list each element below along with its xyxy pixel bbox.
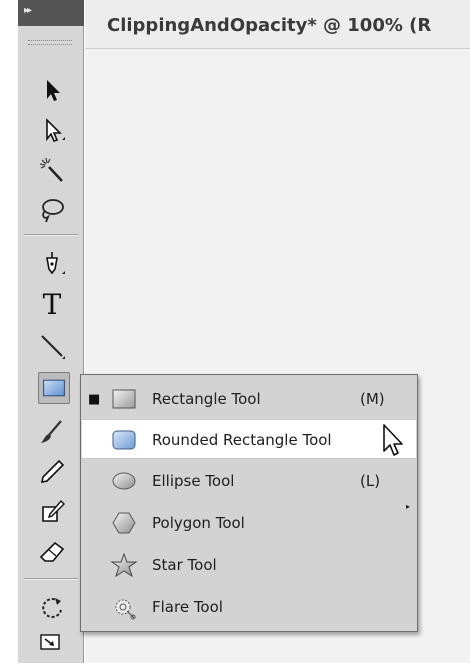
pencil-icon xyxy=(40,459,65,484)
panel-grip[interactable] xyxy=(28,40,72,45)
selected-bullet-icon: ■ xyxy=(88,392,101,407)
scale-icon xyxy=(40,634,60,650)
toolbar-separator xyxy=(24,234,78,236)
shape-tools-flyout-menu: ■ Rectangle Tool (M) Rounded Rectangle T… xyxy=(80,374,418,632)
menu-item-label: Rectangle Tool xyxy=(152,390,261,408)
lasso-tool-button[interactable] xyxy=(32,192,72,228)
menu-item-flare-tool[interactable]: Flare Tool xyxy=(82,587,416,627)
line-icon xyxy=(41,335,65,359)
lasso-icon xyxy=(42,199,64,223)
magic-wand-tool-button[interactable] xyxy=(32,152,72,188)
brush-icon xyxy=(41,420,62,443)
flare-shape-icon xyxy=(115,599,136,620)
menu-item-rounded-rectangle-tool[interactable]: Rounded Rectangle Tool xyxy=(82,419,416,459)
tools-panel: ▸▸ T xyxy=(18,0,84,663)
line-segment-tool-button[interactable] xyxy=(32,328,72,364)
direct-selection-tool-button[interactable] xyxy=(32,112,72,148)
rectangle-icon xyxy=(43,379,65,397)
pen-tool-button[interactable] xyxy=(32,246,72,282)
menu-item-ellipse-tool[interactable]: Ellipse Tool (L) xyxy=(82,461,416,501)
menu-item-label: Flare Tool xyxy=(152,598,223,616)
collapse-panel-icon[interactable]: ▸▸ xyxy=(24,5,32,16)
type-icon: T xyxy=(42,287,62,321)
selection-tool-button[interactable] xyxy=(32,72,72,108)
scale-tool-button[interactable] xyxy=(32,628,72,664)
blob-brush-tool-button[interactable] xyxy=(32,494,72,530)
menu-item-rectangle-tool[interactable]: ■ Rectangle Tool (M) xyxy=(82,379,416,419)
magic-wand-icon xyxy=(39,157,63,182)
menu-item-label: Rounded Rectangle Tool xyxy=(152,431,332,449)
menu-item-label: Ellipse Tool xyxy=(152,472,235,490)
tearoff-arrow-icon[interactable]: ▸ xyxy=(406,502,410,511)
pencil-tool-button[interactable] xyxy=(32,454,72,490)
menu-item-shortcut: (M) xyxy=(360,390,385,408)
rotate-icon xyxy=(42,597,62,618)
eraser-tool-button[interactable] xyxy=(32,534,72,570)
menu-item-star-tool[interactable]: Star Tool xyxy=(82,545,416,585)
document-title: ClippingAndOpacity* @ 100% (R xyxy=(107,15,432,36)
menu-item-label: Star Tool xyxy=(152,556,217,574)
black-arrow-icon xyxy=(47,80,60,101)
menu-item-polygon-tool[interactable]: Polygon Tool xyxy=(82,503,416,543)
toolbar-separator xyxy=(24,578,78,580)
document-tab[interactable]: ClippingAndOpacity* @ 100% (R xyxy=(85,0,470,49)
rectangle-tool-button[interactable] xyxy=(38,372,70,404)
rounded-rectangle-shape-icon xyxy=(112,430,136,450)
tools-panel-header[interactable]: ▸▸ xyxy=(18,0,84,26)
paintbrush-tool-button[interactable] xyxy=(32,414,72,450)
type-tool-button[interactable]: T xyxy=(32,286,72,322)
rectangle-shape-icon xyxy=(112,389,136,409)
blob-brush-icon xyxy=(42,499,65,522)
mouse-pointer-icon xyxy=(383,424,403,456)
polygon-shape-icon xyxy=(112,512,136,534)
eraser-icon xyxy=(39,541,65,562)
white-arrow-icon xyxy=(46,118,65,142)
menu-item-label: Polygon Tool xyxy=(152,514,245,532)
rotate-tool-button[interactable] xyxy=(32,590,72,626)
star-shape-icon xyxy=(110,552,138,578)
menu-item-shortcut: (L) xyxy=(360,472,381,490)
ellipse-shape-icon xyxy=(112,472,136,490)
pen-icon xyxy=(46,252,65,275)
left-margin xyxy=(0,0,18,663)
